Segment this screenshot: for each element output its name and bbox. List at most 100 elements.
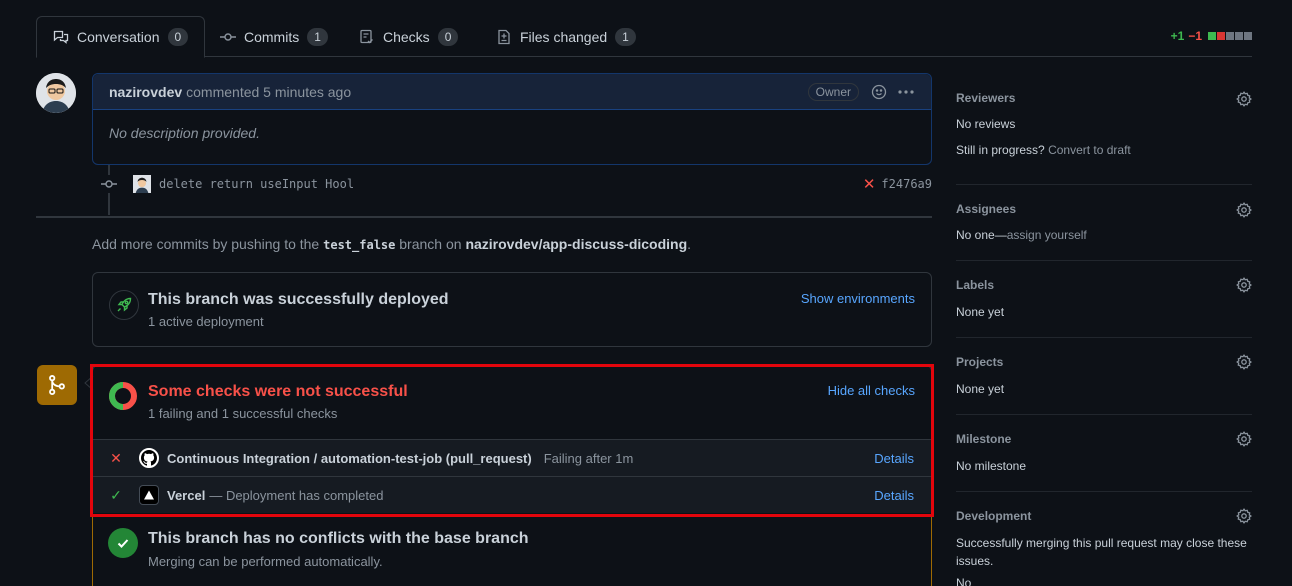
deployment-subtitle: 1 active deployment <box>148 314 264 329</box>
sidebar-reviewers: Reviewers No reviews Still in progress? … <box>956 73 1252 185</box>
smiley-icon[interactable] <box>871 84 887 100</box>
deployment-title: This branch was successfully deployed <box>148 291 449 308</box>
sidebar-labels: Labels None yet <box>956 261 1252 338</box>
sidebar-section-title[interactable]: Assignees <box>956 202 1016 216</box>
assignees-value: No one—assign yourself <box>956 226 1087 244</box>
convert-to-draft-link[interactable]: Convert to draft <box>1048 143 1131 157</box>
push-hint-prefix: Add more commits by pushing to the <box>92 236 320 252</box>
deployment-box: This branch was successfully deployed 1 … <box>92 272 932 347</box>
checks-box: Some checks were not successful 1 failin… <box>92 365 932 515</box>
timeline-commit: delete return useInput Hool ✕ f2476a9 <box>100 174 932 194</box>
diffstat-block <box>1208 32 1216 40</box>
sidebar-section-title[interactable]: Labels <box>956 278 994 292</box>
gear-icon[interactable] <box>1236 91 1252 107</box>
diffstat-deletions: −1 <box>1188 29 1202 43</box>
tab-files-changed[interactable]: Files changed 1 <box>480 16 652 57</box>
check-details-link[interactable]: Details <box>874 488 914 503</box>
branch-name[interactable]: test_false <box>323 238 395 252</box>
gear-icon[interactable] <box>1236 354 1252 370</box>
check-circle-icon <box>108 528 138 558</box>
check-details-link[interactable]: Details <box>874 451 914 466</box>
gear-icon[interactable] <box>1236 508 1252 524</box>
checks-status-icon <box>109 382 137 410</box>
assign-yourself-link[interactable]: assign yourself <box>1007 228 1087 242</box>
avatar[interactable] <box>36 73 76 113</box>
rocket-icon <box>109 290 139 320</box>
diffstat-blocks <box>1208 32 1252 40</box>
sidebar-section-title[interactable]: Projects <box>956 355 1003 369</box>
diffstat-block <box>1235 32 1243 40</box>
hide-all-checks-link[interactable]: Hide all checks <box>828 383 915 398</box>
diffstat-block <box>1217 32 1225 40</box>
x-icon[interactable]: ✕ <box>863 175 876 193</box>
sidebar-milestone: Milestone No milestone <box>956 415 1252 492</box>
comment-header: nazirovdev commented 5 minutes ago Owner <box>93 74 931 110</box>
gear-icon[interactable] <box>1236 431 1252 447</box>
tab-counter: 1 <box>615 27 636 46</box>
push-hint: Add more commits by pushing to the test_… <box>92 236 691 252</box>
conflict-title: This branch has no conflicts with the ba… <box>148 530 529 547</box>
tab-commits[interactable]: Commits 1 <box>204 16 344 57</box>
tab-label: Commits <box>244 28 300 45</box>
conflict-subtitle: Merging can be performed automatically. <box>148 554 383 569</box>
x-icon: ✕ <box>110 449 122 466</box>
sidebar-section-title[interactable]: Development <box>956 509 1031 523</box>
comment-timestamp: commented 5 minutes ago <box>186 83 352 100</box>
sidebar-assignees: Assignees No one—assign yourself <box>956 185 1252 261</box>
diffstat-block <box>1244 32 1252 40</box>
tab-conversation[interactable]: Conversation 0 <box>36 16 206 58</box>
commit-author-avatar[interactable] <box>133 175 151 193</box>
gear-icon[interactable] <box>1236 277 1252 293</box>
push-hint-middle: branch on <box>399 236 462 252</box>
sidebar-projects: Projects None yet <box>956 338 1252 415</box>
timeline-divider <box>36 216 932 218</box>
kebab-horizontal-icon[interactable] <box>897 84 915 100</box>
check-description: — Deployment has completed <box>209 487 384 503</box>
check-icon: ✓ <box>110 486 122 503</box>
repo-name[interactable]: nazirovdev/app-discuss-dicoding <box>465 236 687 252</box>
labels-value: None yet <box>956 305 1005 319</box>
git-merge-icon <box>37 365 77 405</box>
owner-badge: Owner <box>807 82 859 101</box>
show-environments-link[interactable]: Show environments <box>801 291 915 306</box>
merge-conflict-status: This branch has no conflicts with the ba… <box>92 517 932 586</box>
projects-value: None yet <box>956 382 1005 396</box>
diffstat-block <box>1226 32 1234 40</box>
check-row-vercel: ✓ Vercel — Deployment has completed Deta… <box>93 476 931 513</box>
development-extra: No <box>956 576 972 586</box>
diffstat: +1 −1 <box>1171 29 1252 43</box>
sidebar-development: Development Successfully merging this pu… <box>956 492 1252 586</box>
tab-counter: 1 <box>307 27 328 46</box>
draft-hint-prefix: Still in progress? <box>956 143 1045 157</box>
tab-label: Conversation <box>77 29 160 45</box>
comment-author-link[interactable]: nazirovdev <box>109 84 182 100</box>
check-name: Vercel <box>167 487 206 503</box>
check-name: Continuous Integration / automation-test… <box>167 450 532 466</box>
sidebar-section-title[interactable]: Milestone <box>956 432 1011 446</box>
comment-discussion-icon <box>53 30 69 44</box>
vercel-icon <box>139 485 159 505</box>
pr-comment: nazirovdev commented 5 minutes ago Owner… <box>92 73 932 165</box>
sidebar-section-title[interactable]: Reviewers <box>956 91 1015 105</box>
check-description: Failing after 1m <box>543 450 634 466</box>
milestone-value: No milestone <box>956 459 1027 473</box>
pr-tabs: Conversation 0 Commits 1 Checks 0 Files … <box>36 16 1252 58</box>
tab-counter: 0 <box>437 27 459 46</box>
gear-icon[interactable] <box>1236 202 1252 218</box>
assignees-prefix: No one— <box>956 228 1007 242</box>
commit-message-link[interactable]: delete return useInput Hool <box>159 177 354 191</box>
comment-body: No description provided. <box>109 125 260 141</box>
commit-icon <box>100 175 118 193</box>
reviewers-value: No reviews <box>956 117 1016 131</box>
file-diff-icon <box>498 29 510 44</box>
draft-hint: Still in progress? Convert to draft <box>956 141 1131 159</box>
development-value: Successfully merging this pull request m… <box>956 536 1247 568</box>
tab-checks[interactable]: Checks 0 <box>343 16 474 57</box>
tab-label: Files changed <box>520 28 608 45</box>
diffstat-additions: +1 <box>1170 29 1185 43</box>
check-row-ci: ✕ Continuous Integration / automation-te… <box>93 439 931 476</box>
commit-sha-link[interactable]: f2476a9 <box>881 177 932 191</box>
checks-title: Some checks were not successful <box>148 383 408 400</box>
tab-counter: 0 <box>167 28 189 46</box>
github-icon <box>139 448 159 468</box>
